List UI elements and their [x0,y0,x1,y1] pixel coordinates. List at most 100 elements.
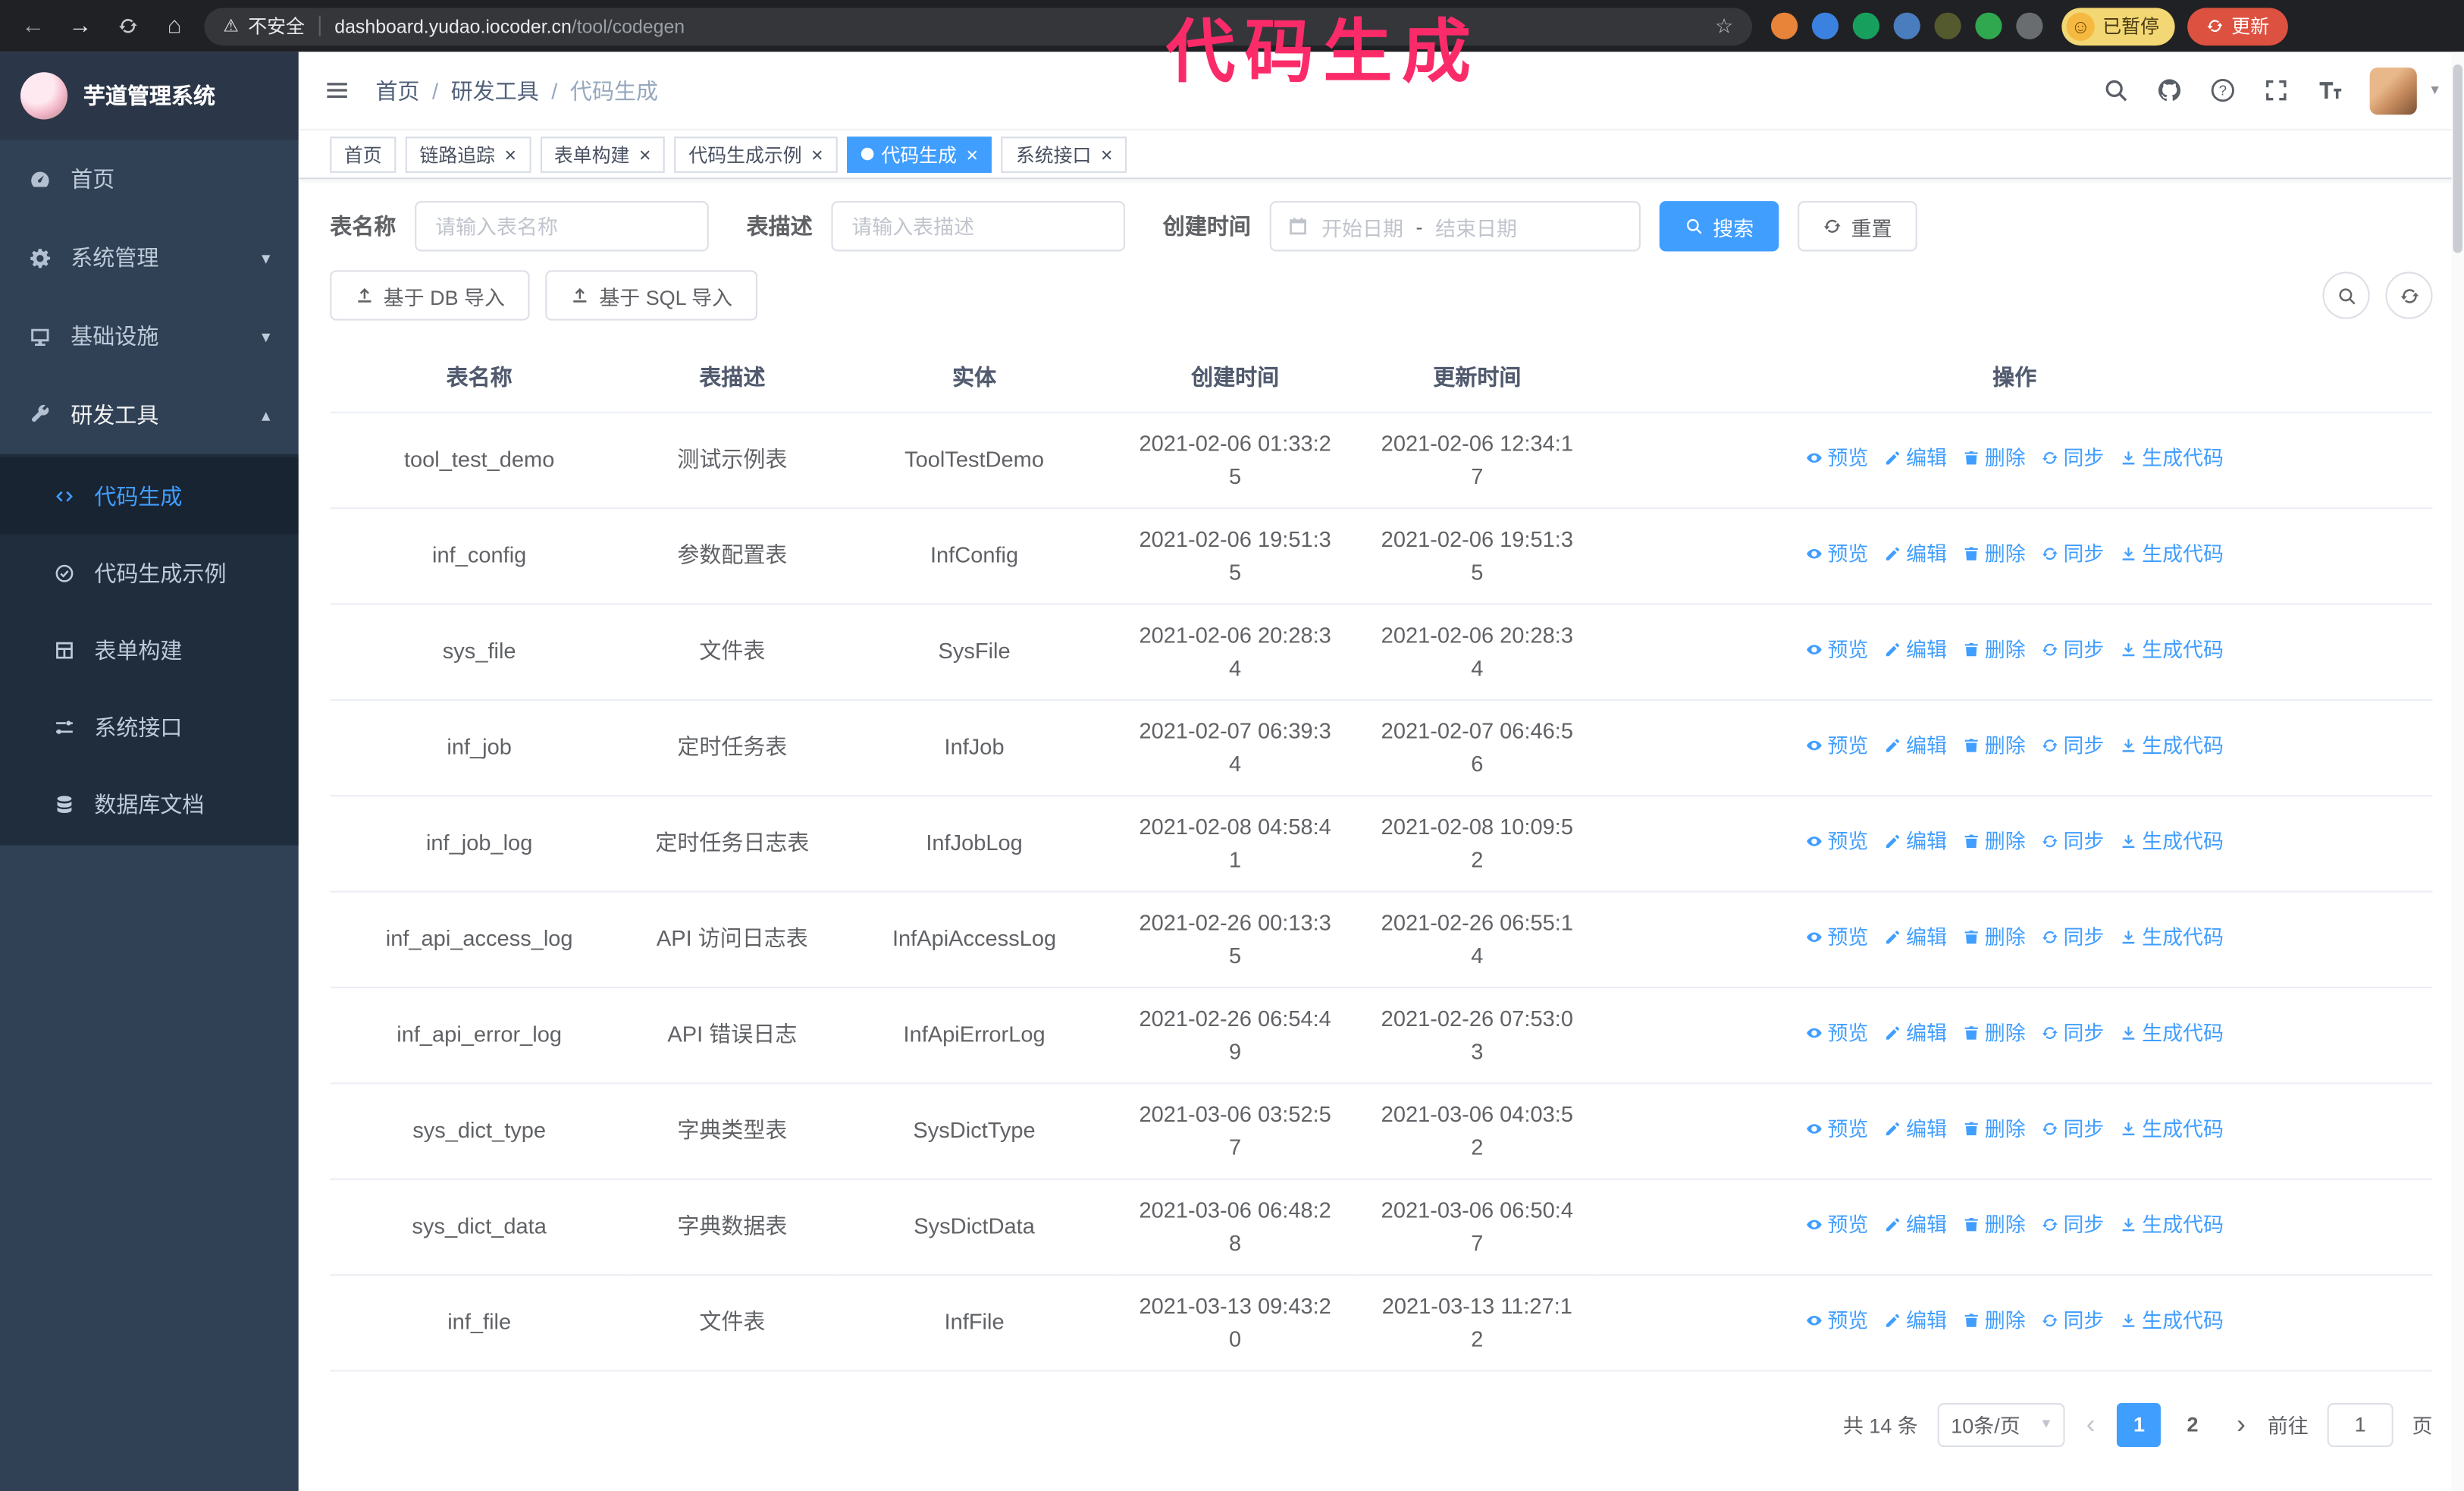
github-icon[interactable] [2156,77,2183,104]
action-sync[interactable]: 同步 [2041,635,2104,665]
extension-check-icon[interactable] [1852,12,1879,39]
action-edit[interactable]: 编辑 [1884,635,1947,665]
extension-users-icon[interactable] [1893,12,1920,39]
sidebar-item-codegen-example[interactable]: 代码生成示例 [0,534,299,611]
chrome-update-button[interactable]: 更新 [2187,7,2288,46]
action-delete[interactable]: 删除 [1963,922,2026,953]
breadcrumb-item[interactable]: 首页 [375,74,419,105]
action-preview[interactable]: 预览 [1805,922,1868,953]
action-delete[interactable]: 删除 [1963,1018,2026,1048]
import-db-button[interactable]: 基于 DB 导入 [330,270,531,321]
action-edit[interactable]: 编辑 [1884,826,1947,856]
breadcrumb-item[interactable]: 研发工具 [451,74,539,105]
sidebar-item-system-api[interactable]: 系统接口 [0,688,299,765]
refresh-table-button[interactable] [2385,272,2433,319]
action-preview[interactable]: 预览 [1805,1210,1868,1240]
action-sync[interactable]: 同步 [2041,922,2104,953]
table-row[interactable]: inf_job 定时任务表 InfJob 2021-02-07 06:39:34 202… [330,698,2433,796]
action-edit[interactable]: 编辑 [1884,730,1947,761]
table-desc-input[interactable] [831,201,1126,252]
browser-reload-button[interactable] [110,8,145,43]
browser-forward-button[interactable]: → [63,8,98,43]
action-sync[interactable]: 同步 [2041,1114,2104,1144]
extension-fox-icon[interactable] [1770,12,1798,39]
action-edit[interactable]: 编辑 [1884,922,1947,953]
extension-leaf-icon[interactable] [1975,12,2002,39]
action-preview[interactable]: 预览 [1805,730,1868,761]
table-row[interactable]: tool_test_demo 测试示例表 ToolTestDemo 2021-02-0… [330,411,2433,509]
sidebar-item-infra[interactable]: 基础设施 ▾ [0,297,299,376]
action-sync[interactable]: 同步 [2041,730,2104,761]
browser-home-button[interactable]: ⌂ [157,8,192,43]
prev-page-button[interactable]: ‹ [2083,1411,2099,1437]
font-size-icon[interactable] [2316,77,2343,104]
sidebar-item-codegen[interactable]: 代码生成 [0,457,299,535]
next-page-button[interactable]: › [2234,1411,2249,1437]
table-row[interactable]: inf_api_error_log API 错误日志 InfApiErrorLog 2… [330,987,2433,1084]
action-delete[interactable]: 删除 [1963,538,2026,569]
table-row[interactable]: sys_dict_type 字典类型表 SysDictType 2021-03-06 … [330,1082,2433,1179]
page-size-select[interactable]: 10条/页 ▾ [1936,1402,2064,1446]
toggle-search-button[interactable] [2322,272,2370,319]
action-preview[interactable]: 预览 [1805,443,1868,473]
close-icon[interactable]: × [639,144,651,165]
action-generate[interactable]: 生成代码 [2120,1114,2224,1144]
action-sync[interactable]: 同步 [2041,538,2104,569]
action-sync[interactable]: 同步 [2041,1018,2104,1048]
search-button[interactable]: 搜索 [1659,201,1779,252]
chevron-down-icon[interactable]: ▾ [2431,82,2438,99]
tab-tracer[interactable]: 链路追踪 × [405,136,531,172]
action-delete[interactable]: 删除 [1963,635,2026,665]
table-row[interactable]: sys_dict_data 字典数据表 SysDictData 2021-03-06 … [330,1178,2433,1276]
reset-button[interactable]: 重置 [1798,201,1917,252]
profile-paused-badge[interactable]: ☺ 已暂停 [2061,7,2175,46]
action-preview[interactable]: 预览 [1805,1305,1868,1336]
action-generate[interactable]: 生成代码 [2120,730,2224,761]
action-sync[interactable]: 同步 [2041,1305,2104,1336]
tab-codegen-example[interactable]: 代码生成示例 × [674,136,838,172]
action-delete[interactable]: 删除 [1963,730,2026,761]
action-edit[interactable]: 编辑 [1884,1210,1947,1240]
table-row[interactable]: sys_file 文件表 SysFile 2021-02-06 20:28:34 202… [330,603,2433,700]
browser-back-button[interactable]: ← [16,8,51,43]
action-generate[interactable]: 生成代码 [2120,1018,2224,1048]
tab-system-api[interactable]: 系统接口 × [1002,136,1127,172]
address-bar[interactable]: ⚠ 不安全 dashboard.yudao.iocoder.cn/tool/co… [204,7,1753,46]
table-row[interactable]: inf_config 参数配置表 InfConfig 2021-02-06 19:51… [330,507,2433,604]
close-icon[interactable]: × [811,144,823,165]
action-delete[interactable]: 删除 [1963,1210,2026,1240]
extension-drop-icon[interactable] [1811,12,1839,39]
sidebar-fold-icon[interactable] [324,77,350,104]
action-preview[interactable]: 预览 [1805,826,1868,856]
action-sync[interactable]: 同步 [2041,826,2104,856]
scrollbar[interactable] [2451,52,2464,1491]
security-label[interactable]: 不安全 [248,13,305,39]
sidebar-item-form-builder[interactable]: 表单构建 [0,611,299,689]
tab-codegen[interactable]: 代码生成 × [846,136,992,172]
action-generate[interactable]: 生成代码 [2120,1210,2224,1240]
table-row[interactable]: inf_api_access_log API 访问日志表 InfApiAccessL… [330,890,2433,988]
sidebar-item-home[interactable]: 首页 [0,140,299,218]
action-generate[interactable]: 生成代码 [2120,635,2224,665]
action-edit[interactable]: 编辑 [1884,1305,1947,1336]
action-delete[interactable]: 删除 [1963,443,2026,473]
page-button-2[interactable]: 2 [2171,1402,2215,1446]
help-icon[interactable]: ? [2209,77,2236,104]
search-icon[interactable] [2102,77,2129,104]
extension-puzzle-icon[interactable] [2016,12,2043,39]
date-range-picker[interactable]: 开始日期 - 结束日期 [1269,201,1641,252]
user-avatar[interactable] [2369,67,2417,115]
action-generate[interactable]: 生成代码 [2120,538,2224,569]
action-generate[interactable]: 生成代码 [2120,826,2224,856]
sidebar-item-db-doc[interactable]: 数据库文档 [0,765,299,843]
action-generate[interactable]: 生成代码 [2120,922,2224,953]
action-edit[interactable]: 编辑 [1884,443,1947,473]
action-delete[interactable]: 删除 [1963,1305,2026,1336]
action-sync[interactable]: 同步 [2041,1210,2104,1240]
fullscreen-icon[interactable] [2263,77,2290,104]
action-preview[interactable]: 预览 [1805,1114,1868,1144]
close-icon[interactable]: × [1101,144,1113,165]
tab-form-builder[interactable]: 表单构建 × [540,136,666,172]
action-edit[interactable]: 编辑 [1884,538,1947,569]
action-edit[interactable]: 编辑 [1884,1114,1947,1144]
